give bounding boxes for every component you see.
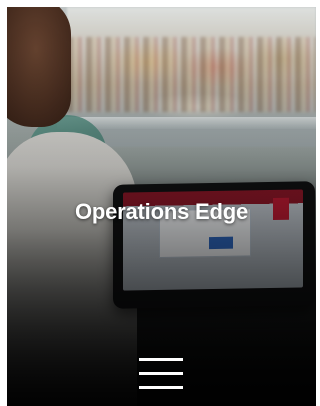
- menu-icon-line: [139, 372, 183, 375]
- hero-title: Operations Edge: [74, 199, 249, 224]
- hero-banner: Operations Edge: [7, 7, 316, 406]
- menu-icon-line: [139, 358, 183, 361]
- hamburger-menu-icon[interactable]: [139, 356, 183, 392]
- menu-icon-line: [139, 386, 183, 389]
